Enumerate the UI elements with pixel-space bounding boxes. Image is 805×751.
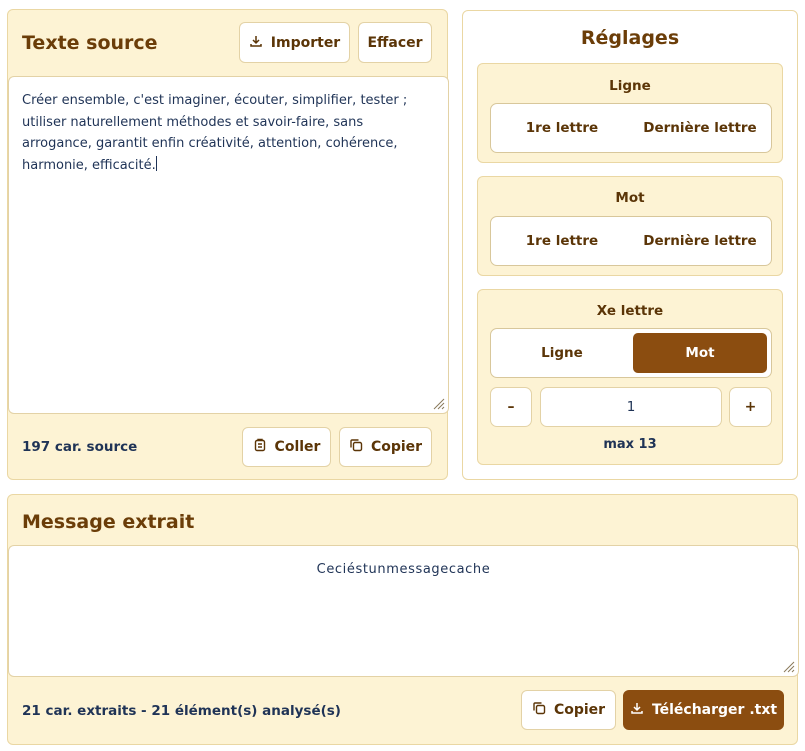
resize-grip-icon[interactable] [433, 398, 445, 410]
word-last-letter-option[interactable]: Dernière lettre [633, 221, 767, 261]
clear-button[interactable]: Effacer [358, 22, 432, 63]
output-panel: Message extrait Ceciéstunmessagecache 21… [7, 494, 799, 745]
import-button[interactable]: Importer [239, 22, 350, 63]
output-status: 21 car. extraits - 21 élément(s) analysé… [22, 703, 341, 719]
import-label: Importer [270, 34, 341, 51]
line-group: Ligne 1re lettre Dernière lettre [477, 63, 783, 163]
nth-letter-title: Xe lettre [596, 303, 664, 319]
download-icon [249, 34, 263, 52]
settings-panel: Réglages Ligne 1re lettre Dernière lettr… [462, 10, 798, 480]
word-mode-toggle: 1re lettre Dernière lettre [490, 216, 772, 266]
copy-icon [532, 701, 546, 719]
nth-letter-group: Xe lettre Ligne Mot – 1 + max 13 [477, 289, 783, 465]
download-label: Télécharger .txt [651, 702, 778, 718]
word-first-letter-option[interactable]: 1re lettre [495, 221, 629, 261]
output-text: Ceciéstunmessagecache [316, 562, 491, 577]
line-mode-toggle: 1re lettre Dernière lettre [490, 103, 772, 153]
clear-label: Effacer [367, 34, 423, 51]
nth-scope-line-option[interactable]: Ligne [495, 333, 629, 373]
text-cursor [155, 155, 157, 171]
max-index-label: max 13 [603, 437, 657, 452]
download-icon [630, 701, 644, 719]
decrement-button[interactable]: – [490, 387, 532, 427]
source-textarea[interactable]: Créer ensemble, c'est imaginer, écouter,… [8, 76, 449, 414]
source-panel: Texte source Importer Effacer Créer ense… [7, 9, 449, 480]
settings-title: Réglages [580, 27, 680, 49]
clipboard-icon [253, 438, 267, 456]
output-textarea[interactable]: Ceciéstunmessagecache [8, 545, 799, 677]
nth-scope-toggle: Ligne Mot [490, 328, 772, 378]
copy-source-label: Copier [370, 439, 423, 455]
copy-icon [349, 438, 363, 456]
line-group-title: Ligne [609, 78, 651, 94]
output-title: Message extrait [22, 511, 195, 533]
copy-output-button[interactable]: Copier [521, 690, 616, 730]
word-group-title: Mot [615, 190, 645, 206]
word-group: Mot 1re lettre Dernière lettre [477, 176, 783, 276]
line-last-letter-option[interactable]: Dernière lettre [633, 108, 767, 148]
source-char-count: 197 car. source [22, 439, 138, 455]
source-text: Créer ensemble, c'est imaginer, écouter,… [22, 93, 408, 173]
increment-button[interactable]: + [729, 387, 772, 427]
paste-label: Coller [274, 439, 321, 455]
resize-grip-icon[interactable] [783, 661, 795, 673]
download-txt-button[interactable]: Télécharger .txt [623, 690, 784, 730]
letter-index-input[interactable]: 1 [540, 387, 722, 427]
paste-button[interactable]: Coller [242, 427, 331, 467]
nth-scope-word-option[interactable]: Mot [633, 333, 767, 373]
copy-output-label: Copier [553, 702, 606, 718]
copy-source-button[interactable]: Copier [339, 427, 432, 467]
source-title: Texte source [22, 32, 158, 54]
line-first-letter-option[interactable]: 1re lettre [495, 108, 629, 148]
